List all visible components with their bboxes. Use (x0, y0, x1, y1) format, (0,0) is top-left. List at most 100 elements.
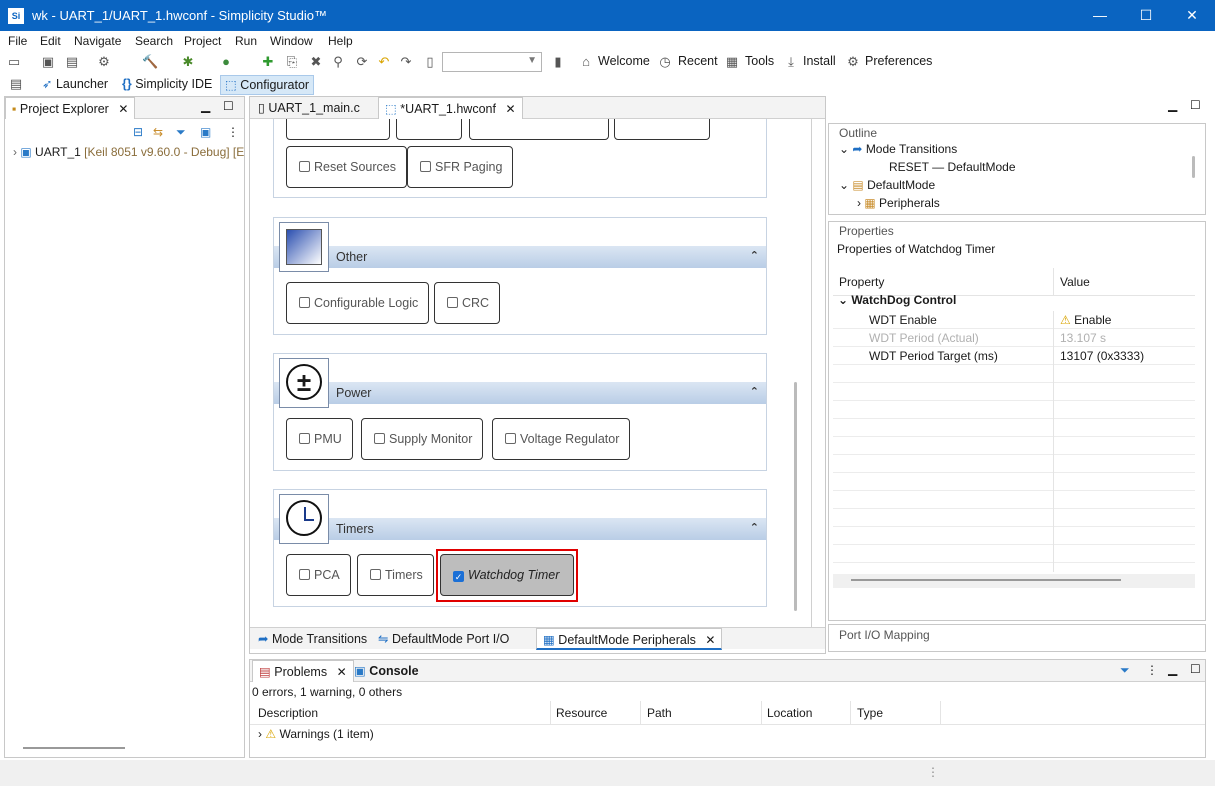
checkbox[interactable] (299, 433, 310, 444)
save-icon[interactable]: ▣ (40, 54, 56, 70)
prop-row-wdt-period-actual[interactable]: WDT Period (Actual) 13.107 s (833, 329, 1195, 347)
outline-item-mode-transitions[interactable]: ⌄ ➦ Mode Transitions (839, 142, 957, 156)
menu-window[interactable]: Window (270, 34, 313, 48)
tab-project-explorer[interactable]: ▪ Project Explorer ✕ (5, 97, 136, 119)
col-location[interactable]: Location (767, 706, 812, 720)
pca-button[interactable]: PCA (286, 554, 351, 596)
debug-target-icon[interactable]: ⚙ (96, 54, 112, 70)
checkbox[interactable] (299, 569, 310, 580)
minimize-view-icon[interactable]: ▁ (201, 99, 210, 113)
redo-icon[interactable]: ↷ (398, 54, 414, 70)
copy-icon[interactable]: ⎘ (284, 54, 300, 70)
menu-search[interactable]: Search (135, 34, 173, 48)
supply-monitor-button[interactable]: Supply Monitor (361, 418, 484, 460)
view-menu-icon[interactable]: ⋮ (1146, 663, 1158, 677)
section-other-header[interactable]: Other ⌃ (274, 246, 766, 268)
checkbox[interactable] (374, 433, 385, 444)
section-power-header[interactable]: Power ⌃ (274, 382, 766, 404)
perspective-launcher[interactable]: ➶ Launcher (38, 75, 112, 95)
menu-edit[interactable]: Edit (40, 34, 61, 48)
perspective-configurator[interactable]: ⬚ Configurator (220, 75, 315, 95)
menu-help[interactable]: Help (328, 34, 353, 48)
tab-uart-hwconf[interactable]: ⬚ *UART_1.hwconf ✕ (378, 97, 523, 119)
prop-row-wdt-enable[interactable]: WDT Enable ⚠ Enable (833, 311, 1195, 329)
filter-icon[interactable]: ⚲ (330, 54, 346, 70)
menu-project[interactable]: Project (184, 34, 221, 48)
outline-scrollbar[interactable] (1192, 156, 1195, 178)
editor-minimize-button[interactable]: ▁ (1168, 98, 1177, 112)
minimize-button[interactable]: — (1077, 0, 1123, 31)
collapse-all-icon[interactable]: ⊟ (133, 125, 143, 139)
save-all-icon[interactable]: ▤ (64, 54, 80, 70)
tab-uart-main-c[interactable]: ▯ UART_1_main.c (252, 97, 366, 119)
configurable-logic-button[interactable]: Configurable Logic (286, 282, 430, 324)
pmu-button[interactable]: PMU (286, 418, 353, 460)
tab-mode-transitions[interactable]: ➦ Mode Transitions (252, 628, 373, 650)
menu-file[interactable]: File (8, 34, 27, 48)
group-watchdog-control[interactable]: ⌄ WatchDog Control (838, 293, 956, 307)
microphone-icon[interactable]: ▮ (550, 54, 566, 70)
recent-button[interactable]: Recent (678, 54, 718, 68)
download-icon[interactable]: ⤓ (783, 54, 799, 70)
refresh-icon[interactable]: ⟳ (354, 54, 370, 70)
tab-problems[interactable]: ▤ Problems ✕ (252, 660, 354, 682)
install-button[interactable]: Install (803, 54, 836, 68)
delete-icon[interactable]: ✖ (308, 54, 324, 70)
view-menu-icon[interactable]: ⋮ (227, 125, 239, 139)
close-icon[interactable]: ✕ (505, 102, 515, 116)
timers-button[interactable]: Timers (357, 554, 434, 596)
checkbox[interactable] (370, 569, 381, 580)
col-description[interactable]: Description (258, 706, 318, 720)
debug-icon[interactable]: ✱ (180, 54, 196, 70)
checkbox[interactable] (299, 161, 310, 172)
undo-icon[interactable]: ↶ (376, 54, 392, 70)
section-timers-header[interactable]: Timers ⌃ (274, 518, 766, 540)
document-icon[interactable]: ▯ (422, 54, 438, 70)
filter-icon[interactable]: ⏷ (176, 125, 186, 140)
peripheral-hidden-1[interactable] (286, 119, 390, 140)
checkbox[interactable] (505, 433, 516, 444)
tab-console[interactable]: ▣ Console (348, 660, 425, 682)
peripheral-hidden-3[interactable] (469, 119, 609, 140)
close-icon[interactable]: ✕ (337, 665, 347, 679)
tools-button[interactable]: Tools (745, 54, 774, 68)
peripheral-hidden-2[interactable] (396, 119, 462, 140)
reset-sources-button[interactable]: Reset Sources (286, 146, 407, 188)
new-icon[interactable]: ▭ (6, 54, 22, 70)
horizontal-scrollbar[interactable] (23, 747, 125, 749)
vertical-scrollbar[interactable] (794, 382, 797, 611)
maximize-view-icon[interactable]: ☐ (223, 99, 234, 113)
prop-value[interactable]: ⚠ Enable (1060, 311, 1111, 329)
build-icon[interactable]: 🔨 (142, 54, 158, 70)
collapse-icon[interactable]: ⌃ (750, 521, 759, 534)
close-icon[interactable]: ✕ (705, 633, 715, 647)
voltage-regulator-button[interactable]: Voltage Regulator (492, 418, 631, 460)
grid-icon[interactable]: ▦ (724, 54, 740, 70)
maximize-view-icon[interactable]: ☐ (1190, 662, 1201, 676)
properties-hscroll[interactable] (833, 574, 1195, 588)
tab-peripherals[interactable]: ▦ DefaultMode Peripherals ✕ (536, 628, 723, 650)
menu-run[interactable]: Run (235, 34, 257, 48)
add-icon[interactable]: ✚ (260, 54, 276, 70)
preferences-button[interactable]: Preferences (865, 54, 932, 68)
outline-item-peripherals[interactable]: › ▦ Peripherals (857, 196, 940, 210)
outline-item-defaultmode[interactable]: ⌄ ▤ DefaultMode (839, 178, 935, 192)
peripheral-hidden-4[interactable] (614, 119, 710, 140)
checkbox[interactable] (299, 297, 310, 308)
prop-row-wdt-period-target[interactable]: WDT Period Target (ms) 13107 (0x3333) (833, 347, 1195, 365)
maximize-button[interactable]: ☐ (1123, 0, 1169, 31)
link-editor-icon[interactable]: ⇆ (153, 125, 163, 139)
open-perspective-icon[interactable]: ▤ (8, 76, 24, 92)
home-icon[interactable]: ⌂ (578, 54, 594, 70)
checkbox[interactable] (447, 297, 458, 308)
checkbox[interactable] (420, 161, 431, 172)
menu-navigate[interactable]: Navigate (74, 34, 121, 48)
collapse-icon[interactable]: ⌃ (750, 385, 759, 398)
minimize-view-icon[interactable]: ▁ (1168, 662, 1177, 676)
collapse-icon[interactable]: ⌃ (750, 249, 759, 262)
run-icon[interactable]: ● (218, 54, 234, 70)
gear-icon[interactable]: ⚙ (845, 54, 861, 70)
perspective-ide[interactable]: {} Simplicity IDE (118, 75, 216, 95)
filter-icon[interactable]: ⏷ (1120, 663, 1130, 678)
tree-item-uart1[interactable]: › ▣ UART_1 [Keil 8051 v9.60.0 - Debug] [… (13, 145, 244, 159)
